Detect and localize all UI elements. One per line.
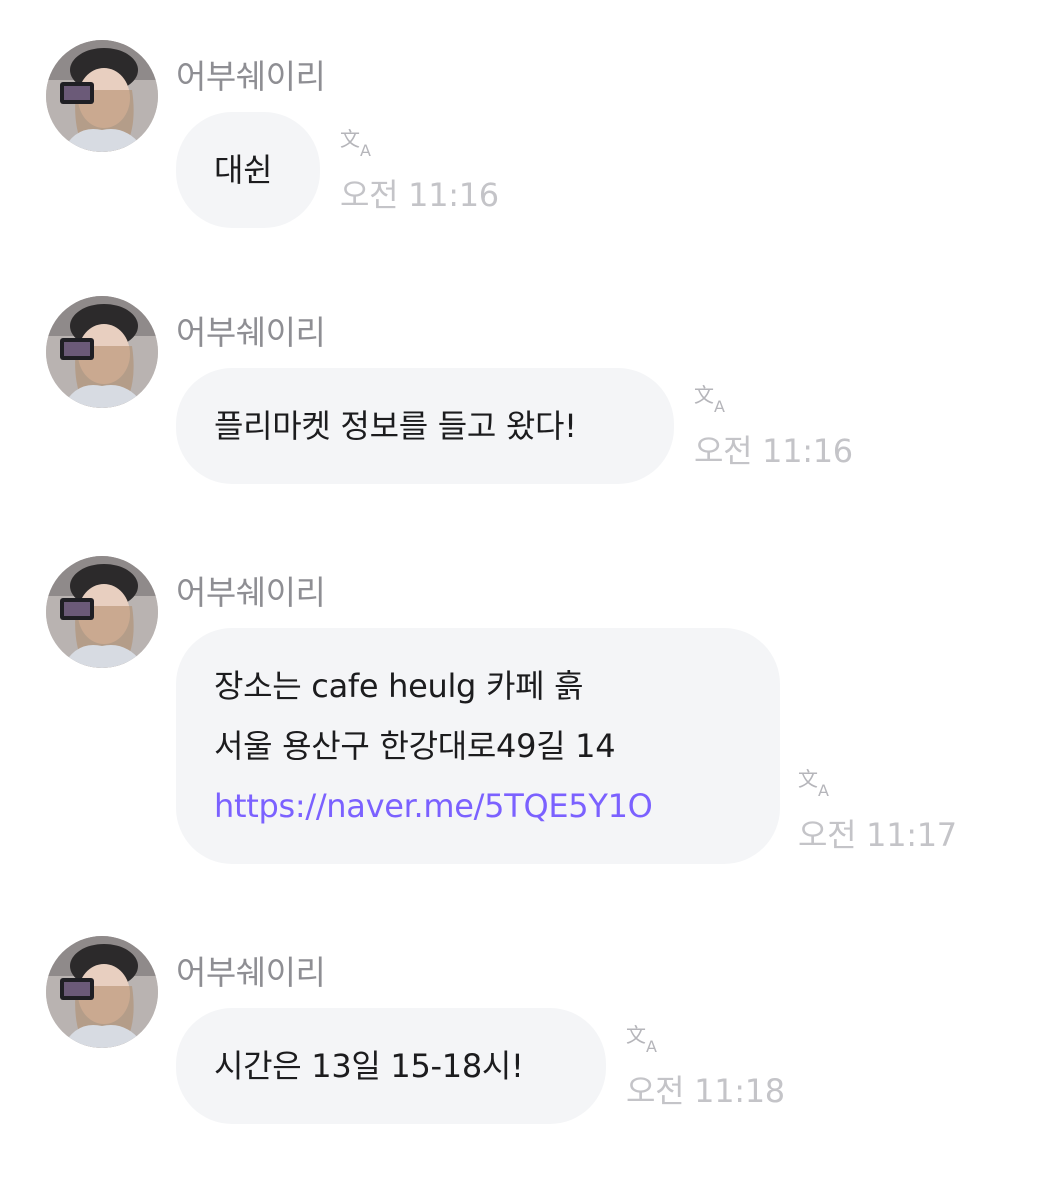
message-row: 어부쉐이리 플리마켓 정보를 들고 왔다! 文 A 오전 11:16 (0, 296, 1042, 486)
svg-text:A: A (360, 141, 371, 158)
svg-text:文: 文 (798, 767, 818, 791)
message-text: 시간은 13일 15-18시! (214, 1047, 524, 1085)
avatar-photo (46, 296, 158, 408)
avatar-photo (46, 936, 158, 1048)
svg-text:文: 文 (626, 1023, 646, 1047)
sender-name: 어부쉐이리 (176, 313, 326, 352)
message-row: 어부쉐이리 시간은 13일 15-18시! 文 A 오전 11:18 (0, 936, 1042, 1126)
translate-icon[interactable]: 文 A (626, 1022, 662, 1056)
svg-text:A: A (646, 1037, 657, 1054)
message-bubble[interactable]: 플리마켓 정보를 들고 왔다! (176, 368, 674, 484)
message-row: 어부쉐이리 대쉰 文 A 오전 11:16 (0, 40, 1042, 230)
sender-name: 어부쉐이리 (176, 573, 326, 612)
sender-name: 어부쉐이리 (176, 57, 326, 96)
message-bubble[interactable]: 시간은 13일 15-18시! (176, 1008, 606, 1124)
avatar[interactable] (46, 40, 158, 152)
translate-icon[interactable]: 文 A (694, 382, 730, 416)
message-text: 플리마켓 정보를 들고 왔다! (214, 407, 577, 445)
message-time: 오전 11:16 (340, 176, 499, 214)
sender-name: 어부쉐이리 (176, 953, 326, 992)
message-text-line: 장소는 cafe heulg 카페 흙 (214, 667, 584, 705)
message-time: 오전 11:16 (694, 432, 853, 470)
translate-icon[interactable]: 文 A (798, 766, 834, 800)
svg-text:文: 文 (694, 383, 714, 407)
avatar-photo (46, 556, 158, 668)
avatar[interactable] (46, 936, 158, 1048)
message-time: 오전 11:18 (626, 1072, 785, 1110)
message-row: 어부쉐이리 장소는 cafe heulg 카페 흙 서울 용산구 한강대로49길… (0, 556, 1042, 866)
avatar[interactable] (46, 556, 158, 668)
svg-text:A: A (818, 781, 829, 798)
svg-text:文: 文 (340, 127, 360, 151)
svg-text:A: A (714, 397, 725, 414)
message-time: 오전 11:17 (798, 816, 957, 854)
message-link[interactable]: https://naver.me/5TQE5Y1O (214, 776, 742, 836)
message-text: 대쉰 (214, 151, 273, 189)
message-bubble[interactable]: 대쉰 (176, 112, 320, 228)
message-bubble[interactable]: 장소는 cafe heulg 카페 흙 서울 용산구 한강대로49길 14 ht… (176, 628, 780, 864)
message-text-line: 서울 용산구 한강대로49길 14 (214, 727, 616, 765)
translate-icon[interactable]: 文 A (340, 126, 376, 160)
avatar-photo (46, 40, 158, 152)
avatar[interactable] (46, 296, 158, 408)
